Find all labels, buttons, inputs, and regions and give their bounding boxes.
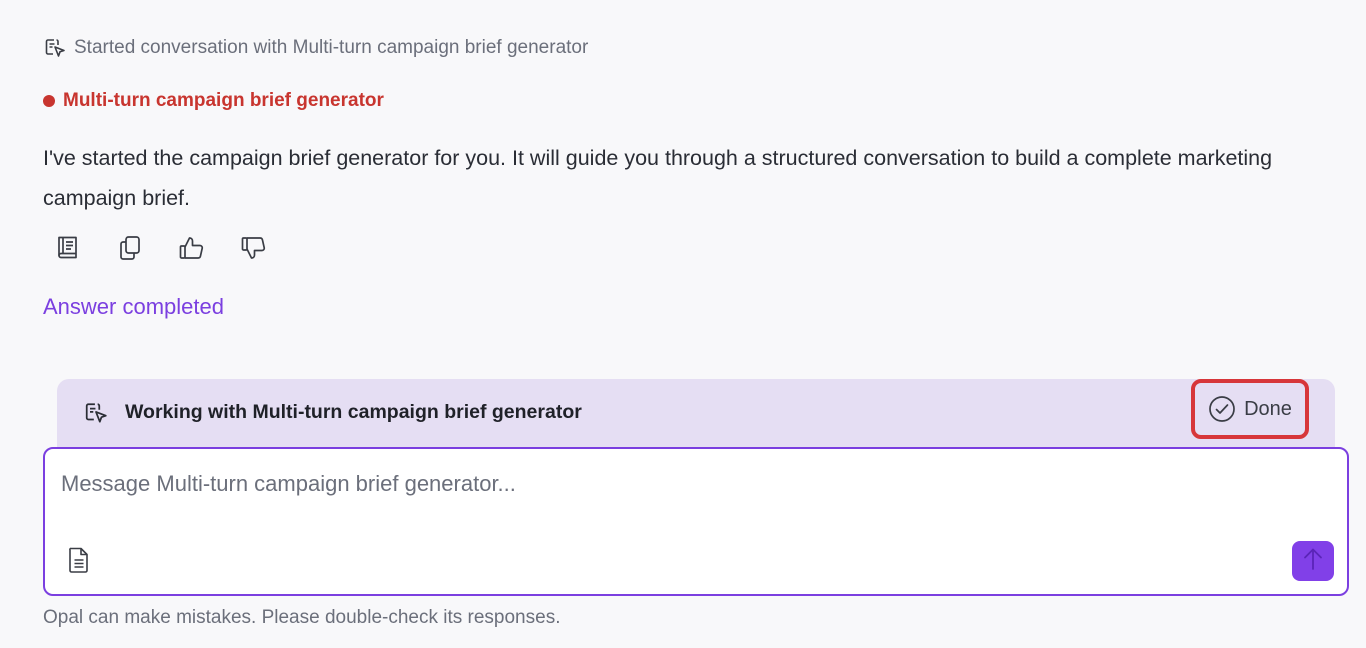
conversation-started-row: Started conversation with Multi-turn cam… bbox=[44, 36, 588, 60]
agent-header: Multi-turn campaign brief generator bbox=[43, 89, 384, 113]
agent-name: Multi-turn campaign brief generator bbox=[63, 90, 384, 111]
disclaimer-text: Opal can make mistakes. Please double-ch… bbox=[43, 607, 561, 628]
answer-status: Answer completed bbox=[43, 294, 224, 319]
arrow-up-icon bbox=[1301, 546, 1325, 577]
thumbs-up-icon bbox=[178, 234, 206, 262]
agent-status-dot bbox=[43, 95, 55, 107]
message-composer bbox=[43, 447, 1349, 596]
message-actions bbox=[52, 232, 270, 264]
chat-page: Started conversation with Multi-turn cam… bbox=[0, 0, 1366, 648]
attach-document-button[interactable] bbox=[65, 547, 93, 577]
copy-icon bbox=[116, 234, 144, 262]
book-icon bbox=[54, 234, 82, 262]
check-circle-icon bbox=[1208, 395, 1236, 423]
like-button[interactable] bbox=[176, 232, 208, 264]
conversation-started-text: Started conversation with Multi-turn cam… bbox=[74, 37, 589, 58]
dislike-button[interactable] bbox=[238, 232, 270, 264]
thumbs-down-icon bbox=[240, 234, 268, 262]
working-with-label: Working with Multi-turn campaign brief g… bbox=[125, 401, 582, 423]
agent-cursor-icon bbox=[44, 37, 66, 59]
message-input[interactable] bbox=[59, 463, 1323, 505]
sources-button[interactable] bbox=[52, 232, 84, 264]
agent-cursor-icon bbox=[84, 401, 108, 430]
working-with-agent-bar: Working with Multi-turn campaign brief g… bbox=[57, 379, 1335, 449]
done-button[interactable]: Done bbox=[1191, 379, 1309, 439]
done-label: Done bbox=[1244, 397, 1292, 420]
send-button[interactable] bbox=[1292, 541, 1334, 581]
document-icon bbox=[67, 546, 91, 579]
copy-button[interactable] bbox=[114, 232, 146, 264]
assistant-message: I've started the campaign brief generato… bbox=[43, 146, 1273, 210]
